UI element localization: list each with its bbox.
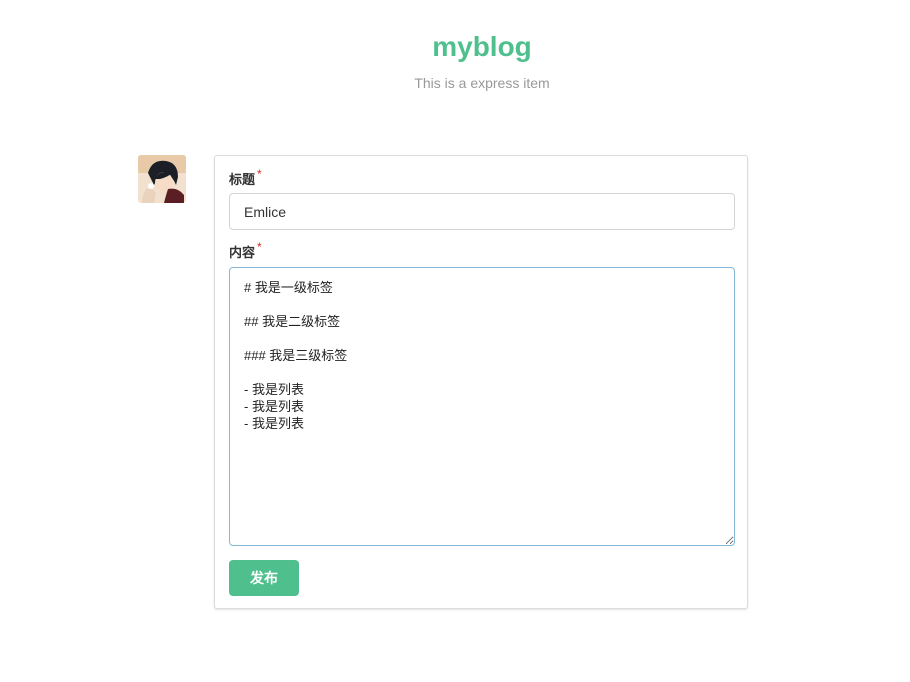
title-input[interactable] (229, 193, 735, 230)
post-form-card: 标题* 内容* # 我是一级标签 ## 我是二级标签 ### 我是三级标签 - … (214, 155, 748, 609)
content-label: 内容 * (229, 240, 262, 261)
publish-button[interactable]: 发布 (229, 560, 299, 596)
avatar-image (138, 155, 186, 203)
title-label-text: 标题 (229, 172, 256, 187)
content-label-text: 内容 (229, 245, 256, 260)
avatar[interactable] (138, 155, 186, 203)
site-subtitle: This is a express item (414, 75, 550, 91)
site-title: myblog (432, 31, 532, 62)
required-marker: * (257, 240, 262, 254)
title-label: 标题 * (229, 167, 262, 188)
required-marker: * (257, 167, 262, 181)
content-textarea[interactable]: # 我是一级标签 ## 我是二级标签 ### 我是三级标签 - 我是列表 - 我… (229, 267, 735, 546)
